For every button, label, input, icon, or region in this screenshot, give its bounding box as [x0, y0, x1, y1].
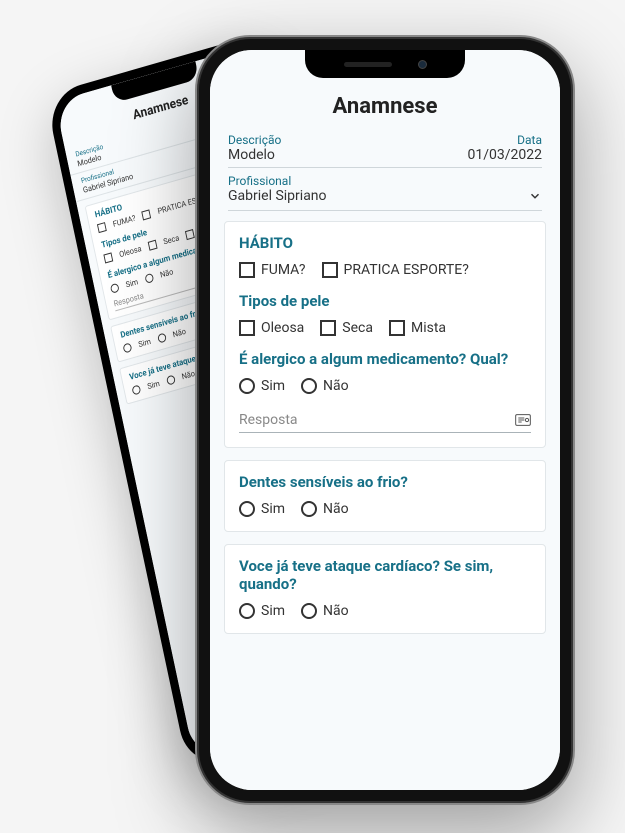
profissional-value: Gabriel Sipriano — [228, 188, 528, 204]
radio-icon — [239, 501, 255, 517]
radio-cardiaco-sim[interactable]: Sim — [239, 603, 285, 619]
cardiaco-label: Voce já teve ataque cardíaco? Se sim, qu… — [239, 557, 531, 593]
phone-notch — [305, 50, 465, 78]
resposta-input[interactable]: Resposta — [239, 408, 531, 433]
checkbox-icon — [322, 262, 338, 278]
checkbox-oleosa[interactable]: Oleosa — [239, 320, 304, 336]
radio-icon — [239, 603, 255, 619]
radio-icon — [301, 603, 317, 619]
radio-icon — [301, 378, 317, 394]
resposta-placeholder: Resposta — [239, 412, 515, 428]
checkbox-fuma[interactable]: FUMA? — [239, 262, 306, 278]
radio-dentes-nao[interactable]: Não — [301, 501, 349, 517]
card-dentes: Dentes sensíveis ao frio? Sim Não — [224, 460, 546, 532]
chevron-down-icon — [528, 189, 542, 203]
dentes-label: Dentes sensíveis ao frio? — [239, 473, 531, 491]
card-cardiaco: Voce já teve ataque cardíaco? Se sim, qu… — [224, 544, 546, 634]
descricao-value[interactable]: Modelo — [228, 147, 468, 163]
checkbox-icon — [239, 262, 255, 278]
checkbox-seca[interactable]: Seca — [320, 320, 373, 336]
checkbox-icon — [239, 320, 255, 336]
radio-alergia-sim[interactable]: Sim — [239, 378, 285, 394]
habito-label: HÁBITO — [239, 234, 531, 252]
card-habito: HÁBITO FUMA? PRATICA ESPORTE? Tipos de p… — [224, 221, 546, 448]
profissional-label: Profissional — [228, 174, 542, 188]
checkbox-mista[interactable]: Mista — [389, 320, 446, 336]
radio-icon — [239, 378, 255, 394]
descricao-label: Descrição — [228, 133, 517, 147]
alergia-label: É alergico a algum medicamento? Qual? — [239, 350, 531, 368]
radio-dentes-sim[interactable]: Sim — [239, 501, 285, 517]
page-title: Anamnese — [210, 94, 560, 119]
pele-label: Tipos de pele — [239, 292, 531, 310]
checkbox-esporte[interactable]: PRATICA ESPORTE? — [322, 262, 469, 278]
radio-alergia-nao[interactable]: Não — [301, 378, 349, 394]
checkbox-icon — [320, 320, 336, 336]
radio-cardiaco-nao[interactable]: Não — [301, 603, 349, 619]
data-value[interactable]: 01/03/2022 — [468, 147, 543, 163]
text-input-icon — [515, 414, 531, 426]
profissional-select[interactable]: Gabriel Sipriano — [228, 188, 542, 211]
checkbox-icon — [389, 320, 405, 336]
data-label: Data — [517, 133, 542, 147]
phone-mockup-front: Anamnese Descrição Data Modelo 01/03/202… — [195, 35, 575, 805]
radio-icon — [301, 501, 317, 517]
